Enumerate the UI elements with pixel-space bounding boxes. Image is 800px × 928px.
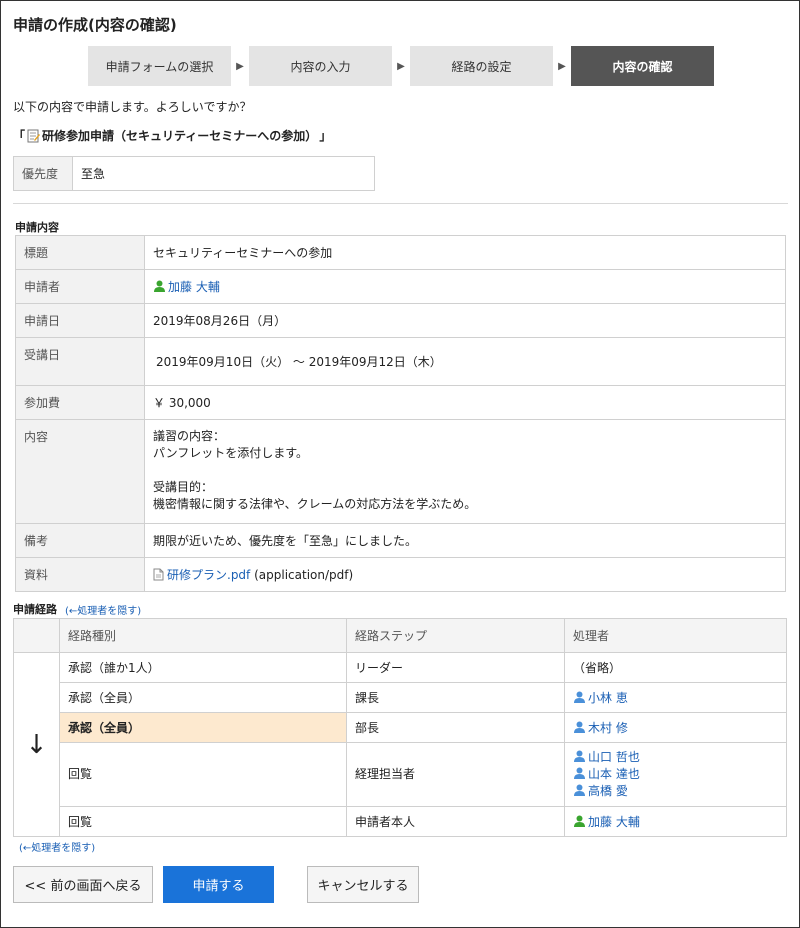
back-button[interactable]: << 前の画面へ戻る: [13, 866, 153, 903]
step-confirm: 内容の確認: [571, 46, 714, 86]
detail-line: 議習の内容：: [153, 429, 226, 443]
route-title: 申請経路: [13, 603, 57, 616]
file-icon: [153, 568, 164, 581]
field-value-attachment: 研修プラン.pdf (application/pdf): [144, 557, 786, 592]
field-label-date: 申請日: [15, 303, 145, 338]
divider: [13, 203, 788, 204]
field-label-period: 受講日: [15, 337, 145, 386]
user-icon: [574, 750, 585, 762]
hide-processors-link[interactable]: (←処理者を隠す): [65, 602, 141, 617]
route-processor: 山口 哲也 山本 達也 高橋 愛: [564, 742, 787, 807]
route-header-processor: 処理者: [564, 618, 787, 653]
hide-processors-link-bottom[interactable]: (←処理者を隠す): [19, 839, 95, 854]
form-name-open-bracket: 「: [13, 129, 26, 143]
route-step: 申請者本人: [346, 806, 565, 837]
detail-line: 受講目的：: [153, 480, 214, 494]
route-processor: 木村 修: [564, 712, 787, 743]
route-processor: 小林 恵: [564, 682, 787, 713]
field-value-period: 2019年09月10日（火） ～ 2019年09月12日（木）: [144, 337, 786, 386]
processor-link[interactable]: 小林 恵: [588, 691, 628, 705]
wizard-steps: 申請フォームの選択 ▶ 内容の入力 ▶ 経路の設定 ▶ 内容の確認: [88, 46, 714, 86]
route-type: 承認（全員）: [59, 682, 347, 713]
field-label-applicant: 申請者: [15, 269, 145, 304]
user-icon: [574, 784, 585, 796]
route-step: リーダー: [346, 652, 565, 683]
field-value-detail: 議習の内容： パンフレットを添付します。 受講目的： 機密情報に関する法律や、ク…: [144, 419, 786, 524]
table-row: 承認（全員） 課長 小林 恵: [14, 682, 787, 713]
field-label-note: 備考: [15, 523, 145, 558]
processor-link[interactable]: 山本 達也: [588, 767, 640, 781]
route-type: 回覧: [59, 742, 347, 807]
field-label-detail: 内容: [15, 419, 145, 524]
route-step: 部長: [346, 712, 565, 743]
route-processor: 加藤 大輔: [564, 806, 787, 837]
submit-button[interactable]: 申請する: [163, 866, 274, 903]
form-name-close-bracket: 」: [319, 129, 332, 143]
attachment-link[interactable]: 研修プラン.pdf: [167, 568, 250, 582]
processor-link[interactable]: 加藤 大輔: [588, 815, 640, 829]
route-header-type: 経路種別: [59, 618, 347, 653]
processor-link[interactable]: 木村 修: [588, 721, 628, 735]
step-route-settings: 経路の設定: [410, 46, 553, 86]
attachment-type: (application/pdf): [254, 568, 354, 582]
step-arrow-icon: ▶: [558, 60, 566, 72]
step-arrow-icon: ▶: [397, 60, 405, 72]
route-type: 回覧: [59, 806, 347, 837]
detail-line: 機密情報に関する法律や、クレームの対応方法を学ぶため。: [153, 497, 477, 511]
priority-table: 優先度 至急: [13, 156, 375, 191]
confirm-message: 以下の内容で申請します。よろしいですか？: [13, 100, 252, 114]
page-title: 申請の作成(内容の確認): [13, 16, 177, 34]
table-row: ↓ 承認（誰か1人） リーダー （省略）: [13, 652, 787, 837]
field-label-fee: 参加費: [15, 385, 145, 420]
detail-line: パンフレットを添付します。: [153, 446, 309, 460]
cancel-button[interactable]: キャンセルする: [307, 866, 419, 903]
flow-arrow-icon: ↓: [13, 652, 60, 837]
route-table: 経路種別 経路ステップ 処理者 ↓ 承認（誰か1人） リーダー （省略） 承認（…: [13, 618, 787, 837]
user-icon: [574, 691, 585, 703]
field-label-attachment: 資料: [15, 557, 145, 592]
route-processor-omitted: （省略）: [564, 652, 787, 683]
field-value-note: 期限が近いため、優先度を「至急」にしました。: [144, 523, 786, 558]
field-value-subject: セキュリティーセミナーへの参加: [144, 235, 786, 270]
processor-link[interactable]: 高橋 愛: [588, 784, 628, 798]
table-row: 回覧 経理担当者 山口 哲也 山本 達也 高橋 愛: [14, 742, 787, 807]
form-name-text: 研修参加申請（セキュリティーセミナーへの参加）: [42, 129, 318, 143]
user-icon: [574, 815, 585, 827]
field-label-subject: 標題: [15, 235, 145, 270]
step-select-form: 申請フォームの選択: [88, 46, 231, 86]
form-name: 「 研修参加申請（セキュリティーセミナーへの参加） 」: [13, 127, 331, 144]
route-step: 課長: [346, 682, 565, 713]
route-header: 申請経路 (←処理者を隠す): [13, 601, 141, 617]
route-step: 経理担当者: [346, 742, 565, 807]
detail-line: [153, 462, 777, 479]
field-value-date: 2019年08月26日（月）: [144, 303, 786, 338]
priority-value: 至急: [72, 156, 375, 191]
user-icon: [574, 721, 585, 733]
route-header-step: 経路ステップ: [346, 618, 565, 653]
priority-label: 優先度: [13, 156, 73, 191]
route-type-current: 承認（全員）: [59, 712, 347, 743]
table-row: 承認（全員） 部長 木村 修: [14, 712, 787, 743]
field-value-fee: ￥ 30,000: [144, 385, 786, 420]
user-icon: [574, 767, 585, 779]
processor-link[interactable]: 山口 哲也: [588, 750, 640, 764]
route-header-empty: [13, 618, 60, 653]
field-value-applicant: 加藤 大輔: [144, 269, 786, 304]
content-table: 標題 セキュリティーセミナーへの参加 申請者 加藤 大輔 申請日 2019年08…: [15, 235, 786, 592]
step-input-content: 内容の入力: [249, 46, 392, 86]
form-icon: [27, 129, 41, 142]
route-type: 承認（誰か1人）: [59, 652, 347, 683]
applicant-link[interactable]: 加藤 大輔: [168, 280, 220, 294]
user-icon: [154, 280, 165, 292]
content-section-title: 申請内容: [15, 221, 59, 234]
table-row: 回覧 申請者本人 加藤 大輔: [14, 806, 787, 837]
step-arrow-icon: ▶: [236, 60, 244, 72]
